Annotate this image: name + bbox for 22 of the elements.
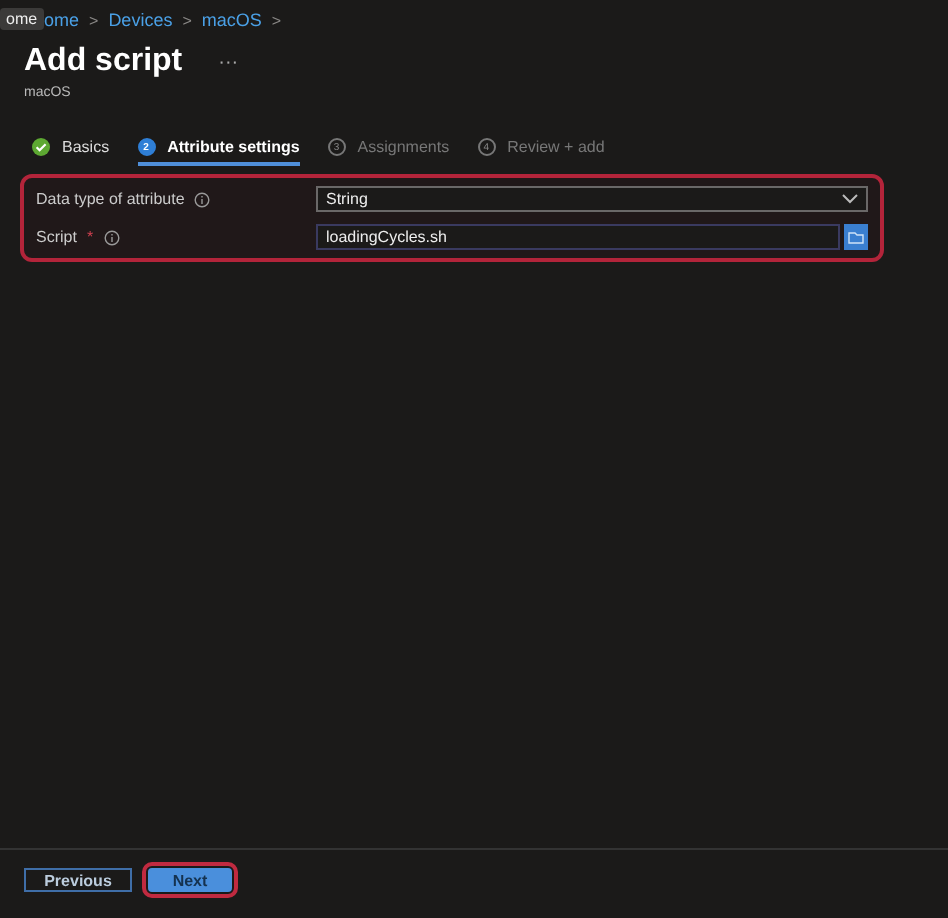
breadcrumb-separator: > [89, 11, 99, 29]
breadcrumb-link[interactable]: ome [44, 10, 80, 30]
breadcrumb-separator: > [182, 11, 192, 29]
breadcrumb-separator: > [271, 11, 282, 29]
info-icon[interactable] [194, 191, 211, 207]
more-button[interactable]: ··· [214, 51, 243, 73]
step-tab[interactable]: Basics [32, 138, 110, 166]
page-title: Add script [24, 44, 183, 80]
check-icon [32, 138, 50, 156]
field-label: Script [36, 228, 77, 246]
field-label: Data type of attribute [36, 190, 185, 208]
folder-icon [848, 231, 864, 243]
chevron-icon [842, 194, 858, 204]
breadcrumb-link[interactable]: Devices [108, 10, 173, 30]
required-mark: * [86, 228, 94, 246]
dropdown-field[interactable]: String [316, 186, 868, 212]
breadcrumb-link[interactable]: macOS [201, 10, 262, 30]
next-button[interactable]: Next [148, 868, 232, 892]
tooltip: ome [0, 8, 44, 30]
file-field[interactable]: loadingCycles.sh [316, 224, 840, 250]
info-icon[interactable] [103, 229, 120, 245]
previous-button[interactable]: Previous [24, 868, 132, 892]
